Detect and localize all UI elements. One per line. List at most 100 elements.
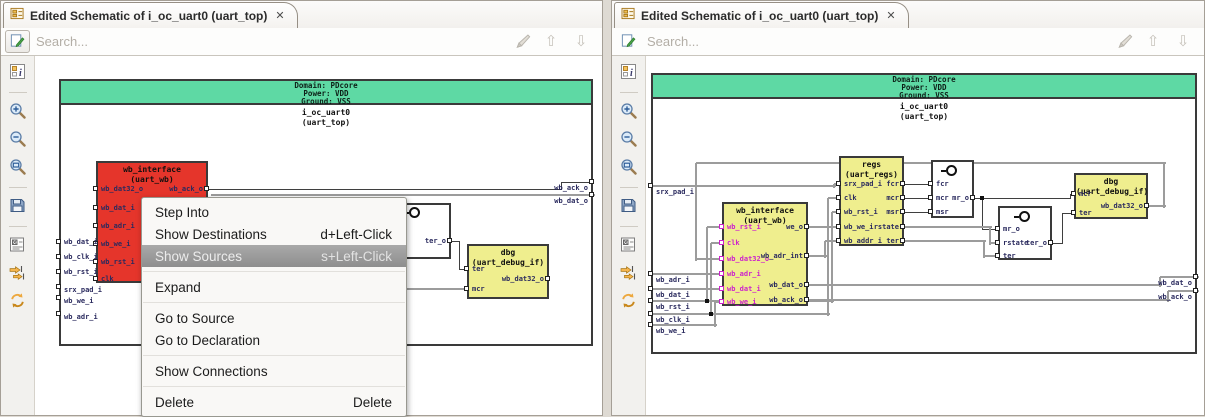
pin-wb_dat_o[interactable] (804, 282, 809, 287)
tab-edited-schematic[interactable]: Edited Schematic of i_oc_uart0 (uart_top… (614, 2, 909, 28)
clear-search-icon[interactable] (512, 32, 534, 52)
pin-msr[interactable] (928, 209, 933, 214)
search-next-icon[interactable]: ⇩ (568, 34, 594, 49)
pin-wb_clk_i[interactable] (648, 311, 653, 316)
search-next-icon[interactable]: ⇩ (1170, 34, 1196, 49)
pin-ter[interactable] (1071, 210, 1076, 215)
pin-wb_adr_i[interactable] (648, 271, 653, 276)
zoom-out-button[interactable] (6, 129, 30, 151)
pin-wb_dat_i[interactable] (648, 286, 653, 291)
pin-wb_dat_i[interactable] (719, 286, 724, 291)
properties-button[interactable]: i (6, 62, 30, 84)
menu-item-expand[interactable]: Expand (142, 276, 406, 298)
pin-ter[interactable] (995, 253, 1000, 258)
pin-wb_we_i[interactable] (56, 295, 61, 300)
pin-wb_dat_o[interactable] (589, 192, 594, 197)
pin-wb_clk_i[interactable] (56, 254, 61, 259)
pin-fcr[interactable] (928, 181, 933, 186)
save-button[interactable] (617, 196, 641, 218)
wire-segment[interactable] (211, 194, 595, 196)
pin-wb_addr_i[interactable] (836, 238, 841, 243)
tab-edited-schematic[interactable]: Edited Schematic of i_oc_uart0 (uart_top… (3, 2, 298, 28)
pin-srx_pad_i[interactable] (648, 183, 653, 188)
menu-item-go-to-declaration[interactable]: Go to Declaration (142, 329, 406, 351)
wire-segment[interactable] (1163, 163, 1165, 208)
signals-button[interactable] (6, 263, 30, 285)
wire-segment[interactable] (695, 163, 697, 261)
wire-segment[interactable] (651, 313, 830, 315)
pin-wb_dat32_o[interactable] (719, 256, 724, 261)
search-input[interactable] (34, 33, 508, 50)
wire-segment[interactable] (1062, 213, 1063, 244)
zoom-in-button[interactable] (617, 101, 641, 123)
pin-wb_ack_o[interactable] (804, 297, 809, 302)
pin-wb_rst_i[interactable] (56, 269, 61, 274)
pin-wb_we_i[interactable] (648, 322, 653, 327)
pin-srx_pad_i[interactable] (836, 181, 841, 186)
wire-segment[interactable] (706, 227, 708, 303)
menu-item-step-into[interactable]: Step Into (142, 201, 406, 223)
pin-wb_adr_i[interactable] (719, 271, 724, 276)
pin-clk[interactable] (719, 240, 724, 245)
tab-close-icon[interactable]: ✕ (886, 9, 895, 22)
save-button[interactable] (6, 196, 30, 218)
pin-wb_adr_i[interactable] (93, 223, 98, 228)
pin-wb_adr_int[interactable] (804, 253, 809, 258)
pin-wb_we_i[interactable] (719, 299, 724, 304)
zoom-fit-button[interactable] (6, 157, 30, 179)
pin-clk[interactable] (836, 195, 841, 200)
tab-close-icon[interactable]: ✕ (275, 9, 284, 22)
search-input[interactable] (645, 33, 1110, 50)
pin-mcr[interactable] (928, 195, 933, 200)
menu-item-delete[interactable]: Delete Delete (142, 391, 406, 413)
wire-segment[interactable] (459, 241, 460, 270)
annotate-button[interactable] (5, 30, 30, 53)
pin-mcr[interactable] (900, 195, 905, 200)
pin-wb_dat32_o[interactable] (1144, 203, 1149, 208)
menu-item-show-connections[interactable]: Show Connections (142, 360, 406, 382)
pin-wb_dat32_o[interactable] (93, 186, 98, 191)
wire-segment[interactable] (904, 240, 986, 242)
menu-item-show-sources[interactable]: Show Sources s+Left-Click (142, 245, 406, 267)
wire-segment[interactable] (651, 185, 836, 187)
pin-wb_rst_i[interactable] (836, 209, 841, 214)
zoom-out-button[interactable] (617, 129, 641, 151)
wire-segment[interactable] (710, 243, 712, 316)
pin-fcr[interactable] (900, 181, 905, 186)
options-button[interactable] (617, 235, 641, 257)
pin-wb_dat_o[interactable] (1193, 274, 1198, 279)
pin-wb_dat32_o[interactable] (545, 276, 550, 281)
pin-ter_o[interactable] (1048, 240, 1053, 245)
refresh-button[interactable] (617, 291, 641, 313)
pin-ter[interactable] (464, 266, 469, 271)
pin-wb_we_i[interactable] (836, 224, 841, 229)
pin-mcr[interactable] (464, 286, 469, 291)
wire-segment[interactable] (651, 288, 724, 290)
wire-segment[interactable] (974, 198, 1071, 199)
pin-wb_rst_i[interactable] (719, 224, 724, 229)
wire-segment[interactable] (824, 241, 826, 258)
pin-mcr[interactable] (1071, 191, 1076, 196)
wire-segment[interactable] (651, 324, 717, 326)
properties-button[interactable]: i (617, 62, 641, 84)
zoom-fit-button[interactable] (617, 157, 641, 179)
pin-wb_ack_o[interactable] (204, 186, 209, 191)
refresh-button[interactable] (6, 291, 30, 313)
pin-wb_ack_o[interactable] (589, 179, 594, 184)
pin-wb_adr_i[interactable] (56, 311, 61, 316)
pin-srx_pad_i[interactable] (56, 284, 61, 289)
pin-rstate[interactable] (995, 240, 1000, 245)
pin-wb_dat_i[interactable] (56, 239, 61, 244)
pin-mr_o[interactable] (970, 195, 975, 200)
pin-msr[interactable] (900, 209, 905, 214)
pin-wb_dat_i[interactable] (93, 205, 98, 210)
annotate-button[interactable] (616, 30, 641, 53)
wire-segment[interactable] (406, 288, 469, 290)
clear-search-icon[interactable] (1114, 32, 1136, 52)
pin-we_o[interactable] (804, 224, 809, 229)
pin-rstate[interactable] (900, 224, 905, 229)
menu-item-go-to-source[interactable]: Go to Source (142, 307, 406, 329)
search-prev-icon[interactable]: ⇧ (538, 34, 564, 49)
menu-item-show-destinations[interactable]: Show Destinations d+Left-Click (142, 223, 406, 245)
pin-wb_ack_o[interactable] (1193, 288, 1198, 293)
